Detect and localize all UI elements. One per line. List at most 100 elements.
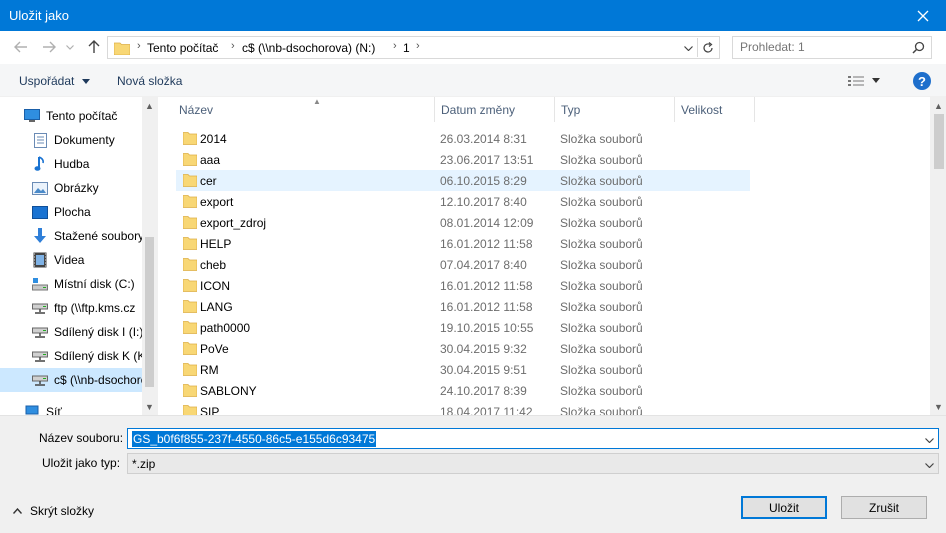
scroll-down-icon[interactable]: ▼ xyxy=(930,398,946,415)
refresh-icon xyxy=(702,41,713,53)
new-folder-button[interactable]: Nová složka xyxy=(117,74,182,88)
sidebar-item-shared-disk-i[interactable]: Sdílený disk I (I:) xyxy=(0,320,142,344)
filetype-dropdown-button[interactable] xyxy=(925,457,934,471)
file-name: SIP xyxy=(200,405,220,415)
sidebar-item-pictures[interactable]: Obrázky xyxy=(0,176,142,200)
table-row[interactable]: HELP 16.01.2012 11:58 Složka souborů xyxy=(176,233,750,254)
column-header-date[interactable]: Datum změny xyxy=(435,97,555,122)
sidebar-item-label: Stažené soubory xyxy=(54,229,142,243)
table-row[interactable]: cer 06.10.2015 8:29 Složka souborů xyxy=(176,170,750,191)
folder-icon xyxy=(182,257,198,274)
sidebar-item-desktop[interactable]: Plocha xyxy=(0,200,142,224)
file-name: cheb xyxy=(200,258,227,272)
network-drive-icon xyxy=(32,348,48,364)
sidebar-item-downloads[interactable]: Stažené soubory xyxy=(0,224,142,248)
hide-folders-label: Skrýt složky xyxy=(30,504,95,518)
scroll-down-icon[interactable]: ▼ xyxy=(142,398,157,415)
details-view-icon xyxy=(848,75,864,86)
table-row[interactable]: ICON 16.01.2012 11:58 Složka souborů xyxy=(176,275,750,296)
file-date: 07.04.2017 8:40 xyxy=(440,258,527,272)
back-button[interactable] xyxy=(11,37,31,57)
search-input[interactable] xyxy=(740,40,900,54)
scroll-up-icon[interactable]: ▲ xyxy=(930,97,946,114)
forward-button[interactable] xyxy=(39,37,59,57)
sidebar-scrollbar[interactable]: ▲ ▼ xyxy=(142,97,157,415)
chevron-down-icon xyxy=(925,438,934,444)
sidebar-item-videos[interactable]: Videa xyxy=(0,248,142,272)
file-date: 08.01.2014 12:09 xyxy=(440,216,534,230)
sidebar-item-shared-disk-k[interactable]: Sdílený disk K (K xyxy=(0,344,142,368)
address-bar[interactable]: › Tento počítač › c$ (\\nb-dsochorova) (… xyxy=(107,36,720,59)
column-header-size[interactable]: Velikost xyxy=(675,97,755,122)
file-type: Složka souborů xyxy=(560,258,643,272)
file-type: Složka souborů xyxy=(560,153,643,167)
sidebar-item-label: ftp (\\ftp.kms.cz xyxy=(54,301,136,315)
breadcrumb-separator-icon: › xyxy=(416,40,420,52)
breadcrumb-separator-icon: › xyxy=(137,40,141,52)
breadcrumb-this-pc[interactable]: Tento počítač xyxy=(147,41,218,55)
sidebar-item-music[interactable]: Hudba xyxy=(0,152,142,176)
table-row[interactable]: LANG 16.01.2012 11:58 Složka souborů xyxy=(176,296,750,317)
file-date: 24.10.2017 8:39 xyxy=(440,384,527,398)
table-row[interactable]: SABLONY 24.10.2017 8:39 Složka souborů xyxy=(176,380,750,401)
sidebar-item-network[interactable]: Síť xyxy=(0,400,142,415)
chevron-down-icon xyxy=(66,44,74,50)
folder-icon xyxy=(182,236,198,253)
sidebar-item-documents[interactable]: Dokumenty xyxy=(0,128,142,152)
refresh-button[interactable] xyxy=(697,38,717,57)
table-row[interactable]: cheb 07.04.2017 8:40 Složka souborů xyxy=(176,254,750,275)
sidebar-item-label: Síť xyxy=(46,405,62,415)
file-name: SABLONY xyxy=(200,384,257,398)
view-options-button[interactable] xyxy=(848,72,888,89)
search-box[interactable] xyxy=(732,36,932,59)
up-button[interactable] xyxy=(84,37,104,57)
filelist-scrollbar-thumb[interactable] xyxy=(934,114,944,169)
filename-field[interactable]: GS_b0f6f855-237f-4550-86c5-e155d6c93475 xyxy=(127,428,939,449)
organize-button[interactable]: Uspořádat xyxy=(19,74,90,88)
file-type: Složka souborů xyxy=(560,342,643,356)
save-button[interactable]: Uložit xyxy=(741,496,827,519)
address-dropdown-button[interactable] xyxy=(681,40,695,56)
documents-icon xyxy=(32,132,48,148)
caret-down-icon xyxy=(81,79,90,85)
sidebar-item-label: Místní disk (C:) xyxy=(54,277,135,291)
title-bar: Uložit jako xyxy=(0,0,946,31)
table-row[interactable]: path0000 19.10.2015 10:55 Složka souborů xyxy=(176,317,750,338)
table-row[interactable]: PoVe 30.04.2015 9:32 Složka souborů xyxy=(176,338,750,359)
sidebar-scrollbar-thumb[interactable] xyxy=(145,237,154,387)
cancel-button[interactable]: Zrušit xyxy=(841,496,927,519)
breadcrumb-folder[interactable]: 1 xyxy=(403,41,410,55)
table-row[interactable]: aaa 23.06.2017 13:51 Složka souborů xyxy=(176,149,750,170)
caret-down-icon xyxy=(872,78,880,83)
help-button[interactable]: ? xyxy=(913,72,931,90)
sidebar-item-local-disk[interactable]: Místní disk (C:) xyxy=(0,272,142,296)
filename-label: Název souboru: xyxy=(39,431,124,445)
filename-value[interactable]: GS_b0f6f855-237f-4550-86c5-e155d6c93475 xyxy=(132,431,377,447)
filetype-select[interactable]: *.zip xyxy=(127,453,939,474)
column-header-name[interactable]: Název ▲ xyxy=(173,97,435,122)
recent-locations-button[interactable] xyxy=(63,37,77,57)
hide-folders-button[interactable]: Skrýt složky xyxy=(13,504,94,518)
sidebar-item-c-share[interactable]: c$ (\\nb-dsochorova xyxy=(0,368,142,392)
breadcrumb-drive[interactable]: c$ (\\nb-dsochorova) (N:) xyxy=(242,41,375,55)
table-row[interactable]: export 12.10.2017 8:40 Složka souborů xyxy=(176,191,750,212)
table-row[interactable]: SIP 18.04.2017 11:42 Složka souborů xyxy=(176,401,750,415)
file-date: 30.04.2015 9:51 xyxy=(440,363,527,377)
table-row[interactable]: export_zdroj 08.01.2014 12:09 Složka soubo… xyxy=(176,212,750,233)
sidebar-item-this-pc[interactable]: Tento počítač xyxy=(0,104,142,128)
filelist-scrollbar[interactable]: ▲ ▼ xyxy=(930,97,946,415)
folder-icon xyxy=(182,404,198,415)
sidebar-item-ftp[interactable]: ftp (\\ftp.kms.cz xyxy=(0,296,142,320)
table-row[interactable]: 2014 26.03.2014 8:31 Složka souborů xyxy=(176,128,750,149)
file-name: path0000 xyxy=(200,321,251,335)
column-header-type[interactable]: Typ xyxy=(555,97,675,122)
up-arrow-icon xyxy=(88,40,100,53)
chevron-up-icon xyxy=(13,508,22,514)
folder-icon xyxy=(182,383,198,400)
computer-icon xyxy=(24,108,40,124)
table-row[interactable]: RM 30.04.2015 9:51 Složka souborů xyxy=(176,359,750,380)
scroll-up-icon[interactable]: ▲ xyxy=(142,97,157,114)
filetype-label: Uložit jako typ: xyxy=(42,456,121,470)
close-button[interactable] xyxy=(900,0,946,31)
filename-dropdown-button[interactable] xyxy=(925,432,934,446)
